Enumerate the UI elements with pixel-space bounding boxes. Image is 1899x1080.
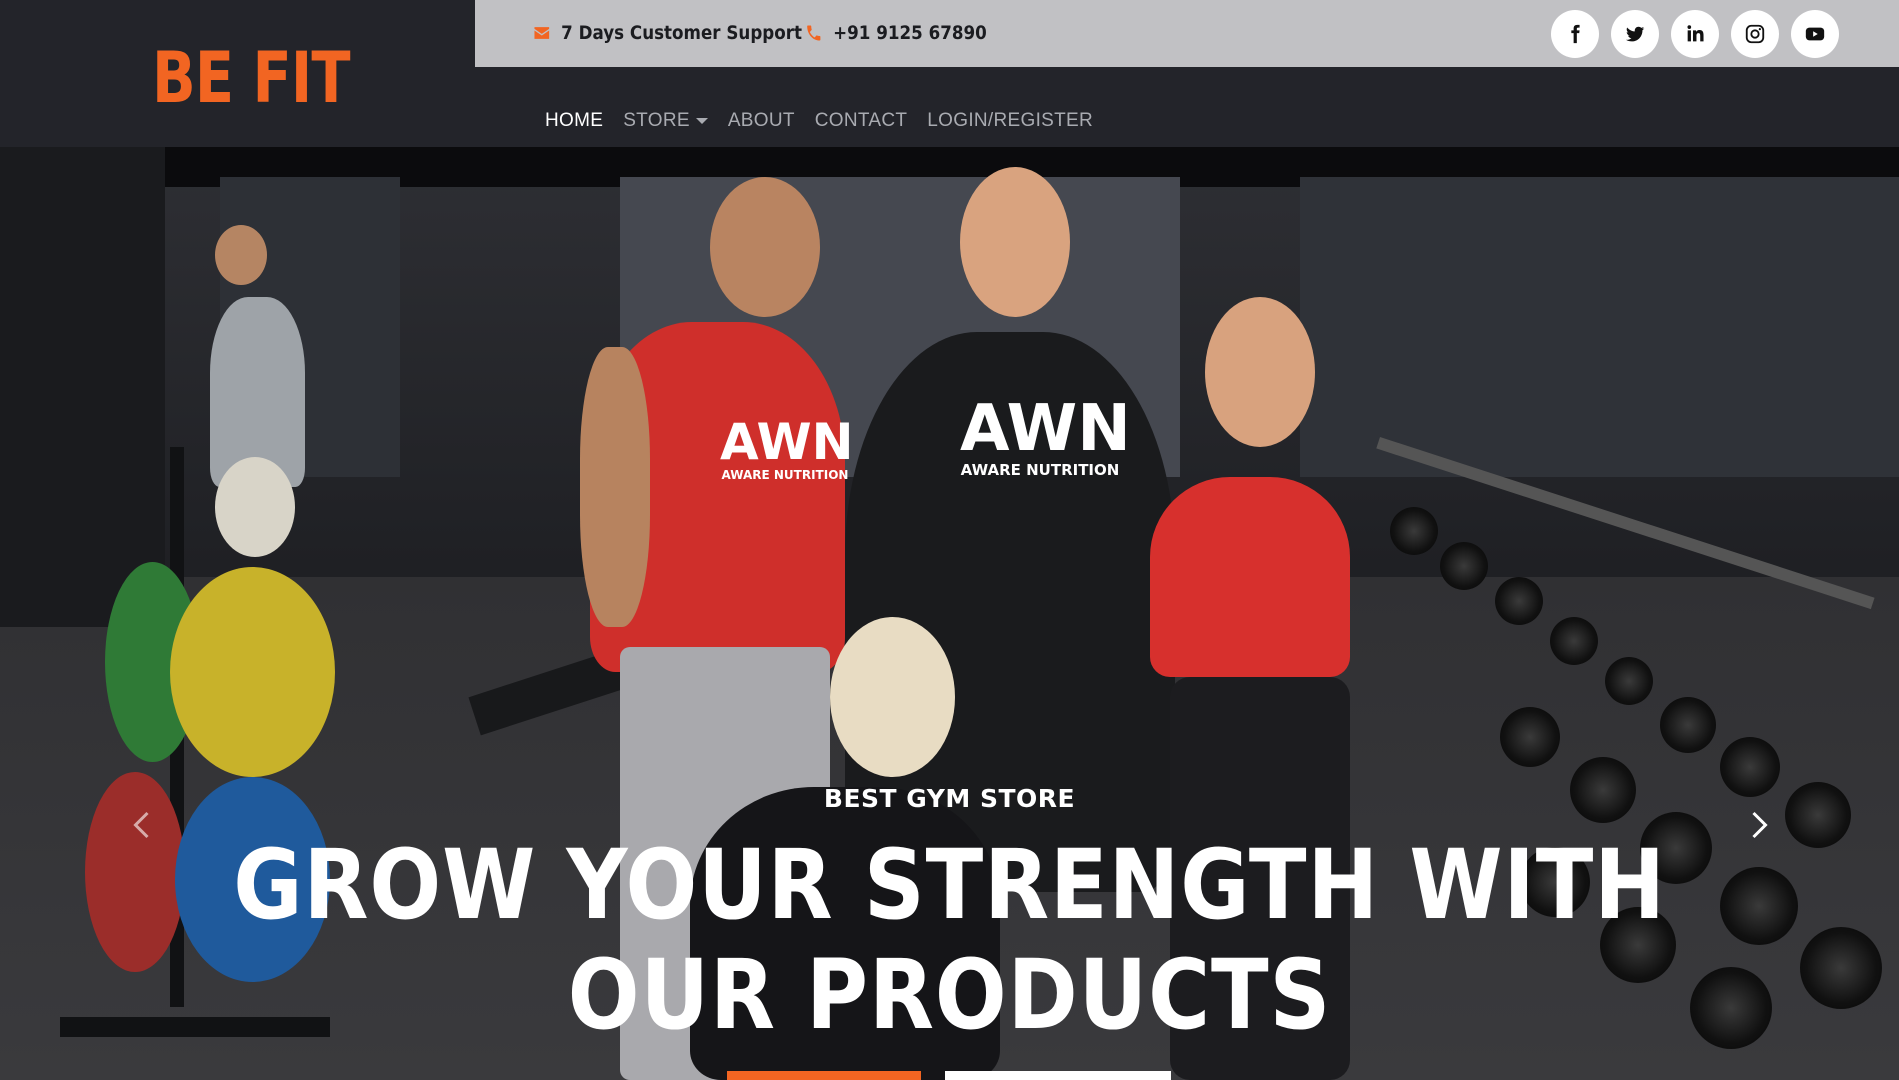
nav-home[interactable]: HOME <box>545 110 603 132</box>
shirt-logo: AWN AWARE NUTRITION <box>720 413 854 482</box>
nav-about-label: ABOUT <box>727 110 795 131</box>
twitter-link[interactable] <box>1611 10 1659 58</box>
main-nav: HOME STORE ABOUT CONTACT LOGIN/REGISTER <box>545 110 1093 132</box>
linkedin-icon <box>1687 25 1704 42</box>
nav-contact[interactable]: CONTACT <box>815 110 908 132</box>
phone-number[interactable]: +91 9125 67890 <box>833 22 987 44</box>
hero-headline-line1: GROW YOUR STRENGTH WITH <box>233 829 1666 941</box>
nav-login-register[interactable]: LOGIN/REGISTER <box>927 110 1093 132</box>
hero-photo-dumbbell <box>1660 697 1716 753</box>
hero-photo-dumbbell <box>1390 507 1438 555</box>
shirt-logo-brand: AWN <box>720 413 854 471</box>
hero-photo-plate <box>215 457 295 557</box>
hero-subtitle: BEST GYM STORE <box>823 784 1076 813</box>
twitter-icon <box>1625 26 1645 42</box>
facebook-icon <box>1571 24 1580 44</box>
phone-info: +91 9125 67890 <box>805 22 987 44</box>
nav-store-label: STORE <box>623 110 690 131</box>
shirt-logo-tagline: AWARE NUTRITION <box>721 468 849 482</box>
envelope-icon <box>534 27 550 39</box>
nav-contact-label: CONTACT <box>814 110 908 131</box>
phone-icon <box>807 25 821 41</box>
hero-photo-person <box>580 347 650 627</box>
hero-photo-person <box>1150 477 1350 677</box>
hero-photo-dumbbell <box>1500 707 1560 767</box>
hero-photo-person <box>830 617 955 777</box>
hero-photo-person <box>1205 297 1315 447</box>
hero-headline: GROW YOUR STRENGTH WITH OUR PRODUCTS <box>114 830 1785 1050</box>
top-bar: 7 Days Customer Support +91 9125 67890 <box>475 0 1899 67</box>
hero-photo-person <box>215 225 267 285</box>
social-links <box>1551 10 1839 58</box>
site-header: BE FIT 7 Days Customer Support +91 9125 … <box>0 0 1899 147</box>
nav-store[interactable]: STORE <box>623 110 708 132</box>
instagram-icon <box>1745 24 1765 44</box>
hero-photo-plate <box>170 567 335 777</box>
hero-photo-dumbbell <box>1605 657 1653 705</box>
nav-about[interactable]: ABOUT <box>728 110 795 132</box>
hero-photo-dumbbell <box>1440 542 1488 590</box>
shirt-logo-tagline: AWARE NUTRITION <box>960 461 1120 479</box>
hero-photo-person <box>960 167 1070 317</box>
youtube-link[interactable] <box>1791 10 1839 58</box>
youtube-icon <box>1805 27 1825 41</box>
support-info: 7 Days Customer Support <box>533 22 802 44</box>
shirt-logo: AWN AWARE NUTRITION <box>960 392 1131 479</box>
hero-primary-button[interactable] <box>727 1071 921 1080</box>
hero-photo-dumbbell <box>1550 617 1598 665</box>
caret-down-icon <box>695 118 708 124</box>
hero-photo-person <box>710 177 820 317</box>
hero-headline-line2: OUR PRODUCTS <box>567 939 1332 1051</box>
facebook-link[interactable] <box>1551 10 1599 58</box>
brand-logo[interactable]: BE FIT <box>152 38 351 118</box>
linkedin-link[interactable] <box>1671 10 1719 58</box>
support-text: 7 Days Customer Support <box>561 22 802 44</box>
hero-photo-column <box>0 147 165 627</box>
hero-secondary-button[interactable] <box>945 1071 1171 1080</box>
hero-photo-dumbbell <box>1495 577 1543 625</box>
instagram-link[interactable] <box>1731 10 1779 58</box>
shirt-logo-brand: AWN <box>960 392 1131 466</box>
nav-login-register-label: LOGIN/REGISTER <box>927 110 1094 131</box>
hero-photo-wall <box>1300 177 1899 477</box>
nav-home-label: HOME <box>545 110 604 131</box>
hero-photo-dumbbell <box>1800 927 1882 1009</box>
